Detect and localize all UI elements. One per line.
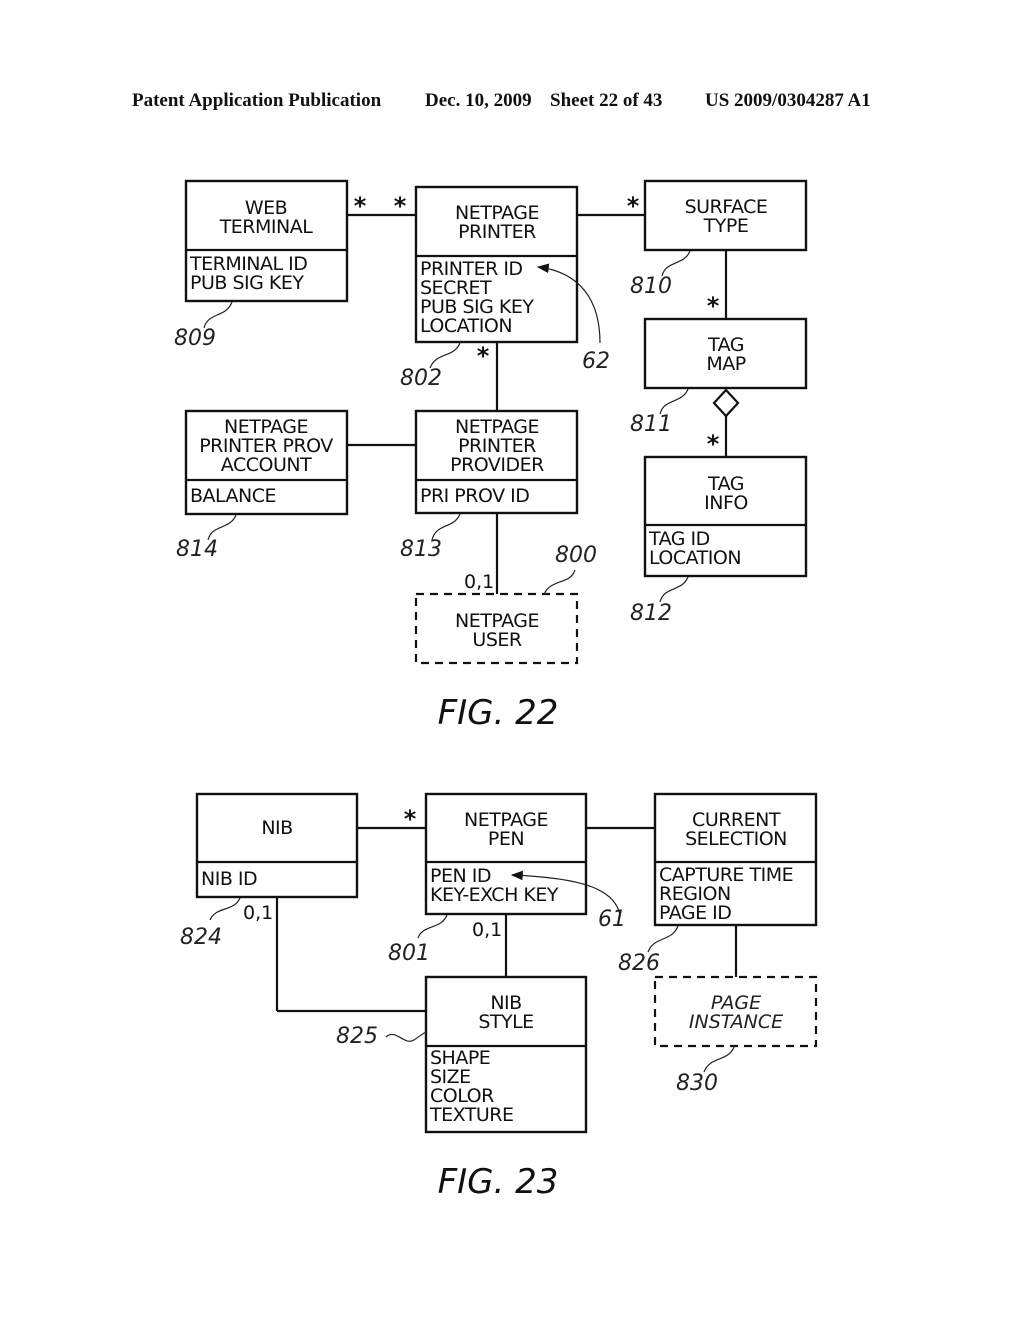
class-attribute: PAGE ID: [659, 902, 731, 924]
leader-line: [203, 301, 233, 329]
class-attribute: KEY-EXCH KEY: [430, 884, 559, 906]
class-title-line: STYLE: [478, 1011, 533, 1033]
class-current-selection: CURRENT SELECTION CAPTURE TIME REGION PA…: [653, 792, 818, 927]
multiplicity-label: *: [404, 805, 417, 833]
leader-line: [661, 250, 691, 277]
multiplicity-label: *: [707, 292, 720, 320]
leader-line: [429, 342, 461, 369]
ref-numeral: 814: [176, 537, 218, 562]
class-netpage-printer: NETPAGE PRINTER PRINTER ID SECRET PUB SI…: [414, 185, 579, 344]
leader-line: [659, 576, 689, 603]
ref-numeral: 62: [582, 349, 610, 374]
leader-line: [417, 914, 448, 939]
ref-numeral: 825: [336, 1024, 378, 1049]
figure-caption: FIG. 22: [438, 693, 559, 733]
ref-numeral: 826: [618, 951, 660, 976]
class-title-line: INSTANCE: [689, 1011, 783, 1033]
ref-numeral: 61: [598, 907, 626, 932]
leader-line: [659, 388, 689, 415]
ref-numeral: 802: [400, 366, 442, 391]
class-title-line: TERMINAL: [219, 216, 314, 238]
class-title-line: USER: [472, 629, 521, 651]
ref-numeral: 813: [400, 537, 442, 562]
class-attribute: TEXTURE: [429, 1104, 514, 1126]
class-title-line: PROVIDER: [450, 454, 544, 476]
class-attribute: PUB SIG KEY: [190, 272, 304, 294]
fig22: WEB TERMINAL TERMINAL ID PUB SIG KEY 809…: [174, 179, 808, 733]
uml-diagrams: WEB TERMINAL TERMINAL ID PUB SIG KEY 809…: [174, 179, 818, 1202]
class-attribute: BALANCE: [190, 485, 276, 507]
multiplicity-label: 0,1: [464, 571, 494, 593]
class-title-line: TYPE: [703, 215, 749, 237]
class-web-terminal: WEB TERMINAL TERMINAL ID PUB SIG KEY: [184, 179, 349, 303]
ref-numeral: 809: [174, 326, 216, 351]
multiplicity-label: *: [707, 430, 720, 458]
leader-line: [703, 1046, 735, 1073]
multiplicity-label: 0,1: [243, 902, 273, 924]
ref-numeral: 811: [630, 412, 672, 437]
leader-line: [647, 925, 679, 953]
leader-line: [209, 897, 241, 921]
class-attribute: PRI PROV ID: [420, 485, 529, 507]
class-title-line: PEN: [488, 828, 524, 850]
ref-numeral: 800: [555, 543, 597, 568]
class-title-line: SELECTION: [685, 828, 787, 850]
multiplicity-label: 0,1: [472, 919, 502, 941]
class-title-line: ACCOUNT: [221, 454, 312, 476]
figure-caption: FIG. 23: [438, 1162, 559, 1202]
class-attribute: LOCATION: [649, 547, 741, 569]
multiplicity-label: *: [627, 192, 640, 220]
class-netpage-user: NETPAGE USER: [414, 592, 579, 665]
leader-line: [543, 569, 576, 595]
ref-numeral: 824: [180, 925, 222, 950]
class-title-line: PRINTER: [458, 221, 536, 243]
multiplicity-label: *: [477, 342, 490, 370]
class-tag-info: TAG INFO TAG ID LOCATION: [643, 455, 808, 578]
class-title-line: MAP: [706, 353, 745, 375]
class-nib-style: NIB STYLE SHAPE SIZE COLOR TEXTURE: [424, 975, 588, 1134]
class-attribute: NIB ID: [201, 868, 257, 890]
multiplicity-label: *: [394, 192, 407, 220]
ref-numeral: 830: [676, 1071, 718, 1096]
ref-numeral: 812: [630, 601, 672, 626]
ref-numeral: 801: [388, 941, 430, 966]
class-page-instance: PAGE INSTANCE: [653, 975, 818, 1048]
ref-numeral: 810: [630, 274, 672, 299]
class-surface-type: SURFACE TYPE: [643, 179, 808, 252]
fig23: NIB NIB ID 824 NETPAGE PEN PEN ID KEY-EX…: [180, 792, 818, 1202]
class-attribute: LOCATION: [420, 315, 512, 337]
class-netpage-pen: NETPAGE PEN PEN ID KEY-EXCH KEY: [424, 792, 588, 916]
class-tag-map: TAG MAP: [643, 317, 808, 390]
class-nib: NIB NIB ID: [195, 792, 359, 899]
aggregation-diamond-icon: [712, 388, 740, 418]
class-printer-prov-account: NETPAGE PRINTER PROV ACCOUNT BALANCE: [184, 409, 349, 516]
class-title-line: INFO: [704, 492, 748, 514]
multiplicity-label: *: [354, 192, 367, 220]
class-printer-provider: NETPAGE PRINTER PROVIDER PRI PROV ID: [414, 409, 579, 515]
class-title-line: NIB: [261, 817, 292, 839]
leader-line: [385, 1031, 427, 1042]
